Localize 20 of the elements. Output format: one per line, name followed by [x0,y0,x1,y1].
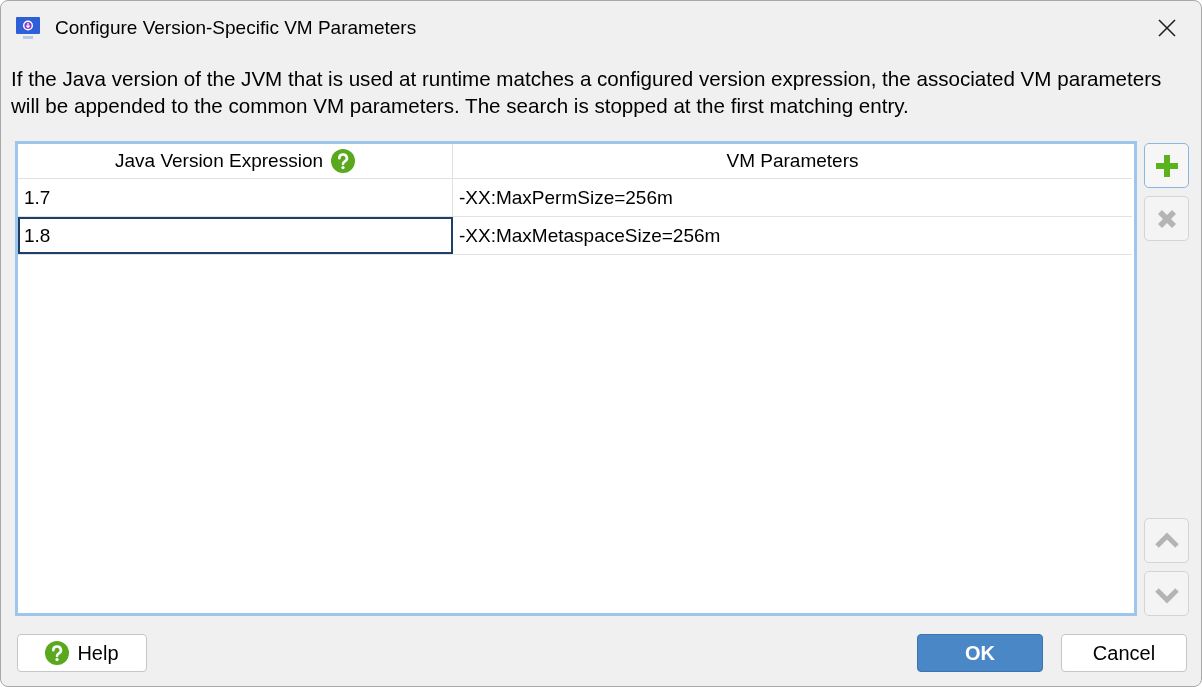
close-icon [1157,209,1176,228]
column-header-label: Java Version Expression [114,150,324,172]
help-icon [45,641,70,665]
close-icon [1157,18,1177,38]
column-header-label: VM Parameters [726,150,859,172]
add-button[interactable] [1144,143,1189,188]
chevron-up-icon [1154,531,1179,548]
table-cell[interactable]: -XX:MaxMetaspaceSize=256m [453,217,1132,254]
description-text: If the Java version of the JVM that is used at runtime matches a configured version expression, the associated VM parameters will be appended to the common VM parameters. The search is stopped at the first matching entry. [11,66,1163,119]
table-cell[interactable]: 1.7 [18,179,453,216]
cancel-button[interactable]: Cancel [1061,634,1187,672]
plus-icon [1155,154,1178,177]
help-button[interactable]: Help [17,634,147,672]
window-title: Configure Version-Specific VM Parameters [55,17,418,39]
help-icon [331,149,356,173]
ok-button[interactable]: OK [917,634,1043,672]
monitor-icon [15,15,41,41]
table-cell[interactable]: 1.8 [18,217,453,254]
table-cell[interactable]: -XX:MaxPermSize=256m [453,179,1132,216]
chevron-down-icon [1154,587,1179,604]
